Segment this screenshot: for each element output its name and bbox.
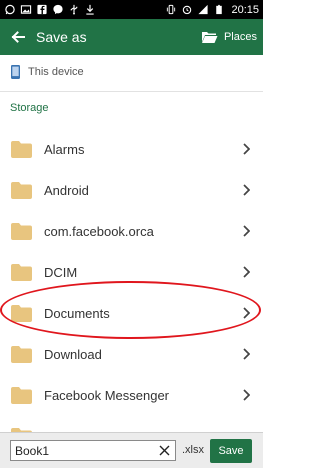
folder-label: Alarms <box>44 142 85 157</box>
places-label: Places <box>223 31 257 43</box>
folder-item-alarms[interactable]: Alarms <box>0 130 263 171</box>
chevron-right-icon <box>243 348 250 360</box>
filename-input[interactable] <box>10 440 176 461</box>
messenger-icon <box>53 4 63 15</box>
clear-icon[interactable] <box>159 445 170 456</box>
folder-icon <box>11 182 32 199</box>
save-button[interactable]: Save <box>210 439 252 463</box>
folder-label: Facebook Messenger <box>44 388 170 403</box>
chevron-right-icon <box>243 184 250 196</box>
folder-item-android[interactable]: Android <box>0 171 263 212</box>
app-bar: Save as Places <box>0 19 263 55</box>
file-extension: .xlsx <box>182 444 204 456</box>
back-arrow-icon[interactable] <box>10 29 26 45</box>
divider <box>0 91 263 92</box>
chevron-right-icon <box>243 307 250 319</box>
folder-item-download[interactable]: Download <box>0 335 263 376</box>
device-selector[interactable]: This device <box>0 55 263 91</box>
vibrate-icon <box>167 4 176 15</box>
page-title: Save as <box>36 29 87 45</box>
notification-icons <box>4 3 96 16</box>
download-icon <box>86 4 94 15</box>
system-icons: 20:15 <box>165 2 259 17</box>
chevron-right-icon <box>243 389 250 401</box>
folder-item-facebook-messenger[interactable]: Facebook Messenger <box>0 376 263 417</box>
facebook-icon <box>37 4 47 15</box>
folder-icon <box>11 305 32 322</box>
folder-icon <box>11 264 32 281</box>
whatsapp-icon <box>5 4 15 15</box>
folder-label: com.facebook.orca <box>44 224 154 239</box>
folder-icon <box>11 346 32 363</box>
folder-open-icon <box>201 32 218 43</box>
folder-icon <box>11 223 32 240</box>
folder-label: Android <box>44 183 89 198</box>
chevron-right-icon <box>243 143 250 155</box>
image-icon <box>20 5 32 14</box>
folder-item-documents[interactable]: Documents <box>0 294 263 335</box>
folder-label: DCIM <box>44 265 78 280</box>
folder-label: Download <box>44 347 102 362</box>
phone-icon <box>11 65 20 79</box>
folder-icon <box>11 141 32 158</box>
chevron-right-icon <box>243 266 250 278</box>
section-header: Storage <box>10 102 49 114</box>
bottom-bar: .xlsx Save <box>0 432 263 468</box>
status-bar: 20:15 <box>0 0 263 19</box>
usb-icon <box>70 4 78 15</box>
folder-list: Alarms Android com.facebook.orca DCIM Do… <box>0 130 263 458</box>
folder-item-com-facebook-orca[interactable]: com.facebook.orca <box>0 212 263 253</box>
chevron-right-icon <box>243 225 250 237</box>
folder-icon <box>11 387 32 404</box>
device-label: This device <box>28 66 84 78</box>
signal-icon <box>198 4 209 15</box>
alarm-icon <box>183 5 192 15</box>
places-button[interactable]: Places <box>201 25 257 49</box>
clock: 20:15 <box>231 3 259 16</box>
folder-item-dcim[interactable]: DCIM <box>0 253 263 294</box>
battery-icon <box>216 4 223 15</box>
folder-label: Documents <box>44 306 110 321</box>
